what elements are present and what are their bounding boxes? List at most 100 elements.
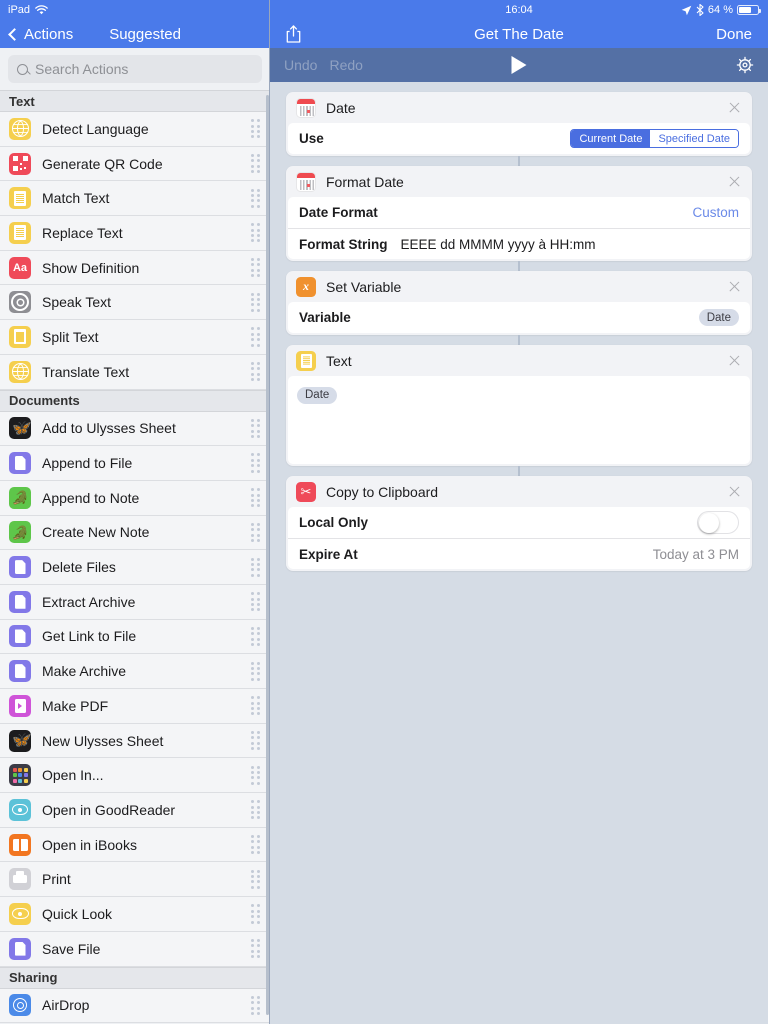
parameter-row[interactable]: Use Current Date Specified Date: [288, 123, 750, 154]
action-list-item[interactable]: Split Text: [0, 320, 270, 355]
suggested-title: Suggested: [109, 25, 181, 43]
action-list-item[interactable]: Detect Language: [0, 112, 270, 147]
drag-handle-icon[interactable]: [251, 153, 263, 174]
drag-handle-icon[interactable]: [251, 362, 263, 382]
parameter-row[interactable]: Local Only: [288, 507, 750, 538]
action-card-body: Date: [288, 376, 750, 464]
action-list-item[interactable]: 🦋 New Ulysses Sheet: [0, 723, 270, 759]
action-list-item[interactable]: Match Text: [0, 181, 270, 217]
redo-button[interactable]: Redo: [329, 57, 362, 73]
action-list-item[interactable]: Print: [0, 862, 270, 898]
parameter-row[interactable]: Expire At Today at 3 PM: [288, 538, 750, 569]
drag-handle-icon[interactable]: [251, 800, 263, 820]
action-card[interactable]: Format Date Date Format Custom Format Strin…: [286, 166, 752, 261]
battery-percent-label: 64 %: [707, 4, 733, 16]
action-card[interactable]: Text Date: [286, 345, 752, 466]
action-list-item[interactable]: Open In...: [0, 758, 270, 794]
action-label: Show Definition: [42, 259, 140, 276]
drag-handle-icon[interactable]: [251, 730, 263, 751]
drag-handle-icon[interactable]: [251, 835, 263, 855]
location-arrow-icon: [681, 5, 692, 15]
drag-handle-icon[interactable]: [251, 765, 263, 785]
parameter-row[interactable]: Variable Date: [288, 302, 750, 333]
drag-handle-icon[interactable]: [251, 557, 263, 577]
back-to-actions-button[interactable]: Actions: [8, 26, 73, 43]
parameter-value[interactable]: EEEE dd MMMM yyyy à HH:mm: [401, 237, 596, 252]
action-list-item[interactable]: Delete Files: [0, 550, 270, 585]
file-icon: [9, 937, 31, 960]
close-icon[interactable]: [728, 485, 741, 498]
action-list-item[interactable]: Aa Show Definition: [0, 250, 270, 286]
action-label: Append to File: [42, 455, 133, 472]
action-list-item[interactable]: Speak Text: [0, 285, 270, 321]
drag-handle-icon[interactable]: [251, 661, 263, 681]
action-list-item[interactable]: Make PDF: [0, 689, 270, 724]
action-card[interactable]: Date Use Current Date Specified Date: [286, 92, 752, 156]
drag-handle-icon[interactable]: [251, 904, 263, 924]
action-card-title: Format Date: [326, 173, 404, 190]
drag-handle-icon[interactable]: [251, 258, 263, 278]
action-list-item[interactable]: Open in GoodReader: [0, 793, 270, 828]
action-list-item[interactable]: 🦋 Add to Ulysses Sheet: [0, 411, 270, 447]
battery-icon: [737, 5, 761, 15]
text-input-area[interactable]: Date: [288, 376, 750, 464]
close-icon[interactable]: [728, 280, 741, 293]
segment-option[interactable]: Current Date: [571, 130, 651, 147]
drag-handle-icon[interactable]: [251, 869, 263, 889]
main-status-bar: 16:04 64 %: [270, 0, 768, 20]
action-list-item[interactable]: AirDrop: [0, 988, 270, 1024]
action-list-item[interactable]: Replace Text: [0, 216, 270, 251]
action-list-item[interactable]: Quick Look: [0, 897, 270, 932]
close-icon[interactable]: [728, 175, 741, 188]
drag-handle-icon[interactable]: [251, 592, 263, 612]
close-icon[interactable]: [728, 101, 741, 114]
segment-option[interactable]: Specified Date: [650, 130, 738, 147]
parameter-value[interactable]: Custom: [692, 205, 739, 220]
parameter-row[interactable]: Format String EEEE dd MMMM yyyy à HH:mm: [288, 228, 750, 259]
play-icon[interactable]: [511, 56, 527, 74]
drag-handle-icon[interactable]: [251, 696, 263, 716]
action-list-item[interactable]: Save File: [0, 931, 270, 967]
drag-handle-icon[interactable]: [251, 453, 263, 473]
done-button[interactable]: Done: [716, 26, 752, 43]
local-only-toggle[interactable]: [697, 511, 739, 534]
action-list-item[interactable]: Translate Text: [0, 354, 270, 390]
action-card[interactable]: x Set Variable Variable Date: [286, 271, 752, 335]
search-input[interactable]: Search Actions: [8, 55, 262, 83]
drag-handle-icon[interactable]: [251, 522, 263, 542]
drag-handle-icon[interactable]: [251, 418, 263, 438]
segmented-control[interactable]: Current Date Specified Date: [570, 129, 739, 148]
drag-handle-icon[interactable]: [251, 488, 263, 508]
drag-handle-icon[interactable]: [251, 188, 263, 208]
action-list-item[interactable]: Open in iBooks: [0, 827, 270, 863]
action-list-item[interactable]: 🐊 Append to Note: [0, 480, 270, 516]
parameter-value[interactable]: Today at 3 PM: [653, 547, 739, 562]
action-list-item[interactable]: Extract Archive: [0, 584, 270, 620]
gear-icon[interactable]: [736, 56, 754, 74]
action-connector: [286, 156, 752, 166]
action-list-item[interactable]: Append to File: [0, 446, 270, 481]
drag-handle-icon[interactable]: [251, 626, 263, 647]
close-icon[interactable]: [728, 354, 741, 367]
action-card[interactable]: ✂ Copy to Clipboard Local Only Expire At Tod…: [286, 476, 752, 571]
drag-handle-icon[interactable]: [251, 939, 263, 959]
drag-handle-icon[interactable]: [251, 327, 263, 347]
drag-handle-icon[interactable]: [251, 292, 263, 312]
action-card-title: Text: [326, 352, 352, 369]
globe-icon: [9, 360, 31, 383]
undo-button[interactable]: Undo: [284, 57, 317, 73]
drag-handle-icon[interactable]: [251, 223, 263, 243]
variable-token[interactable]: Date: [297, 386, 338, 404]
app-grid-icon: [9, 764, 31, 787]
goodreader-icon: [9, 798, 31, 821]
action-list-item[interactable]: 🐊 Create New Note: [0, 515, 270, 551]
parameter-row[interactable]: Date Format Custom: [288, 197, 750, 228]
share-icon[interactable]: [286, 25, 301, 43]
drag-handle-icon[interactable]: [251, 995, 263, 1015]
variable-token[interactable]: Date: [698, 309, 739, 326]
actions-list[interactable]: Text Detect Language Generate QR Code Match…: [0, 90, 270, 1024]
drag-handle-icon[interactable]: [251, 119, 263, 139]
action-list-item[interactable]: Make Archive: [0, 654, 270, 689]
action-list-item[interactable]: Generate QR Code: [0, 146, 270, 182]
action-list-item[interactable]: Get Link to File: [0, 619, 270, 655]
